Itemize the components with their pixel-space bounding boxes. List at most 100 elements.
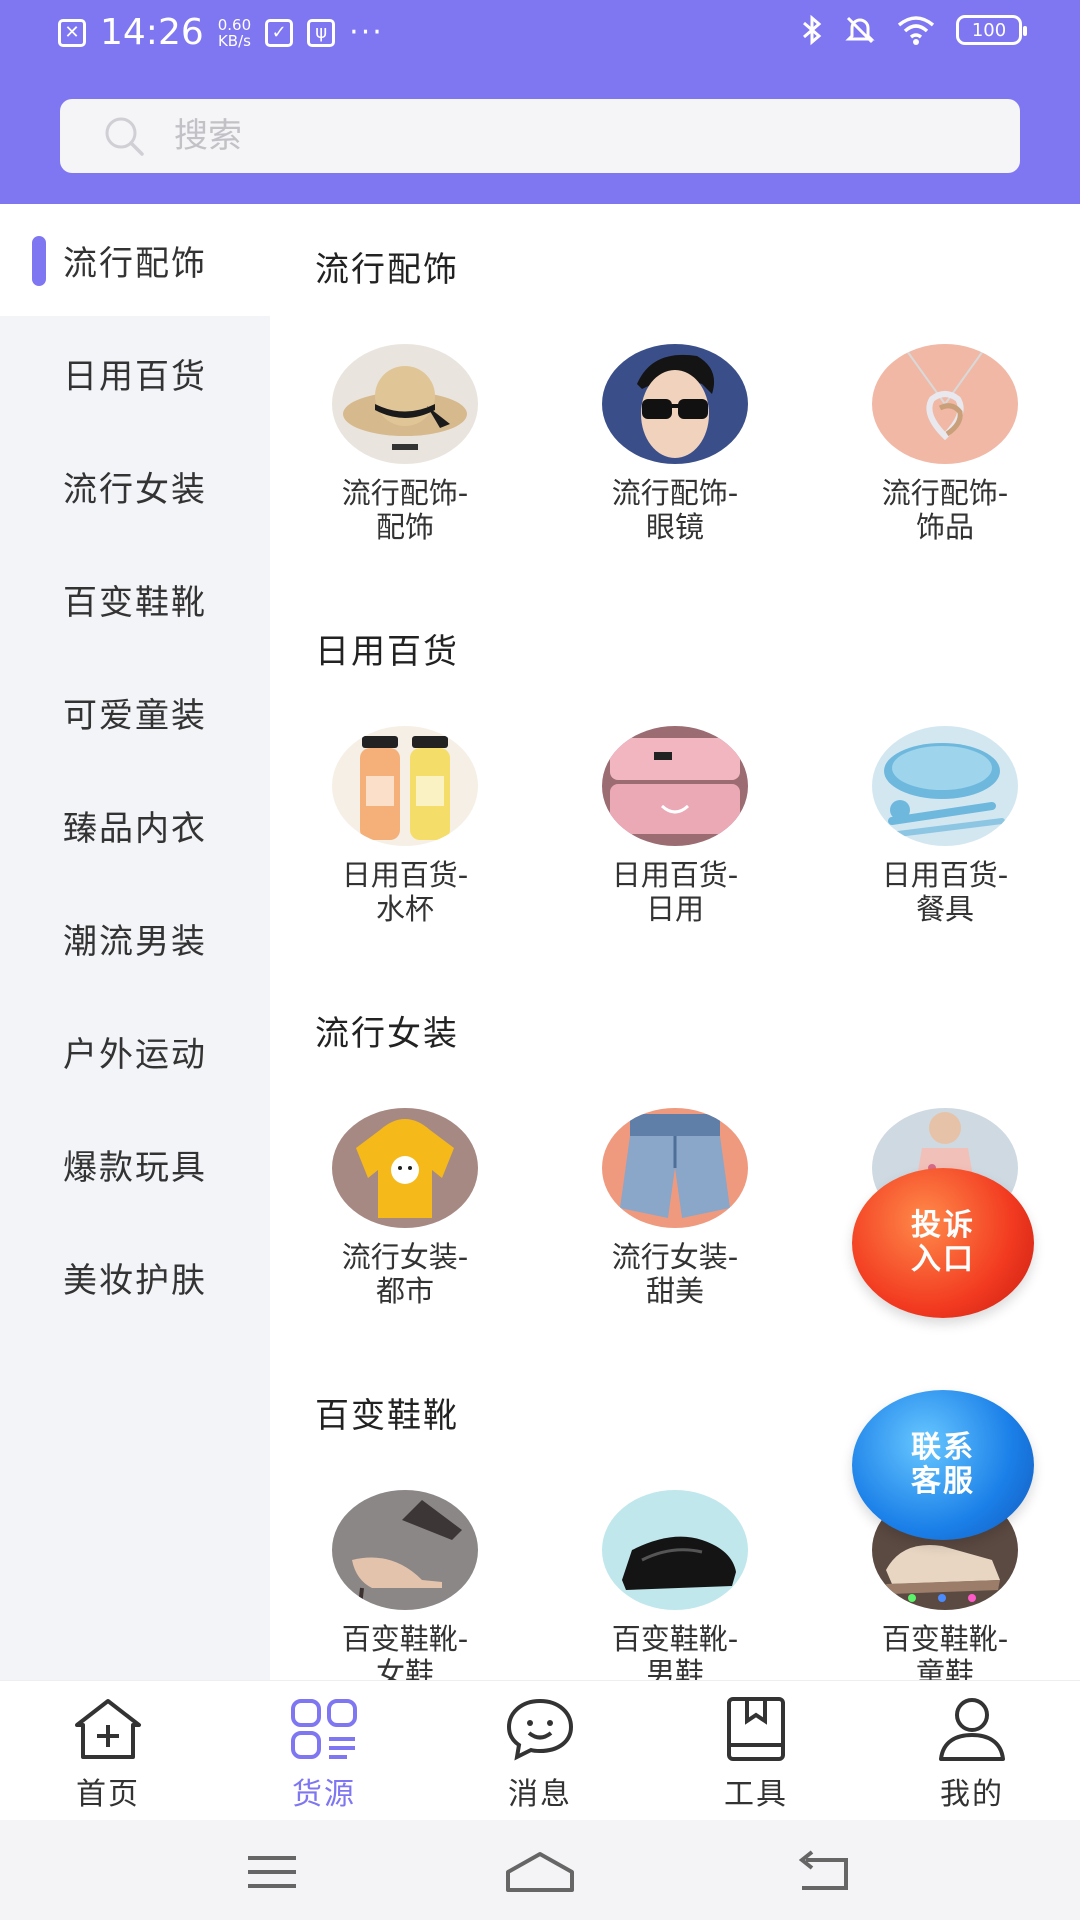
hoodie-icon: [332, 1108, 478, 1228]
task-check-icon: ✓: [265, 18, 294, 47]
status-bar: ✕ 14:26 0.60 KB/s ✓ ψ ··· 100: [0, 0, 1080, 70]
subcategory-item[interactable]: 流行配饰-配饰: [305, 344, 505, 544]
network-speed-unit: KB/s: [217, 31, 251, 50]
subcategory-label: 流行配饰-配饰: [341, 476, 469, 544]
bottom-nav: 首页 货源 消息 工具 我的: [0, 1680, 1080, 1820]
battery-icon: 100: [956, 15, 1027, 45]
subcategory-label: 百变鞋靴-童鞋: [881, 1622, 1009, 1680]
user-icon: [939, 1698, 1005, 1761]
app-header: ✕ 14:26 0.60 KB/s ✓ ψ ··· 100: [0, 0, 1080, 204]
nav-label: 工具: [724, 1777, 788, 1812]
subcategory-label: 百变鞋靴-女鞋: [341, 1622, 469, 1680]
subcategory-item[interactable]: 百变鞋靴-女鞋: [305, 1490, 505, 1680]
storage-box-icon: [602, 726, 748, 846]
subcategory-label: 流行配饰-饰品: [881, 476, 1009, 544]
sidebar-item-accessories[interactable]: 流行配饰: [0, 204, 270, 316]
wifi-icon: [897, 16, 935, 45]
bookmark-book-icon: [727, 1697, 785, 1761]
sidebar-item-underwear[interactable]: 臻品内衣: [0, 769, 270, 881]
sidebar-item-label: 爆款玩具: [63, 1147, 207, 1188]
necklace-icon: [872, 344, 1018, 464]
sidebar-item-label: 流行女装: [63, 469, 207, 510]
sidebar-item-womens-wear[interactable]: 流行女装: [0, 430, 270, 542]
straw-hat-icon: [332, 344, 478, 464]
sidebar-item-label: 可爱童装: [63, 695, 207, 736]
subcategory-item[interactable]: 流行女装-都市: [305, 1108, 505, 1308]
notification-close-icon: ✕: [58, 18, 86, 47]
active-indicator: [32, 236, 46, 286]
sidebar-item-daily-goods[interactable]: 日用百货: [0, 317, 270, 429]
sidebar-item-mens-wear[interactable]: 潮流男装: [0, 882, 270, 994]
complaint-entry-label: 投诉入口: [911, 1208, 975, 1277]
subcategory-label: 日用百货-餐具: [881, 858, 1009, 926]
sidebar-item-label: 美妆护肤: [63, 1260, 207, 1301]
section-title: 日用百货: [315, 632, 459, 672]
home-plus-icon: [75, 1699, 141, 1759]
subcategory-item[interactable]: 日用百货-餐具: [845, 726, 1045, 926]
chat-smile-icon: [506, 1698, 574, 1761]
sunglasses-icon: [602, 344, 748, 464]
status-bar-left: ✕ 14:26 0.60 KB/s ✓ ψ ···: [58, 12, 384, 53]
nav-item-source[interactable]: 货源: [254, 1695, 394, 1813]
nav-item-mine[interactable]: 我的: [902, 1695, 1042, 1813]
bluetooth-icon: [803, 14, 822, 46]
subcategory-label: 流行女装-甜美: [611, 1240, 739, 1308]
sidebar-item-label: 百变鞋靴: [63, 582, 207, 623]
system-nav-bar: [0, 1820, 1080, 1920]
sidebar-item-kids-wear[interactable]: 可爱童装: [0, 656, 270, 768]
subcategory-label: 百变鞋靴-男鞋: [611, 1622, 739, 1680]
network-speed-value: 0.60: [217, 15, 252, 34]
more-notifications-icon: ···: [349, 15, 384, 50]
sidebar-item-beauty[interactable]: 美妆护肤: [0, 1221, 270, 1333]
subcategory-item[interactable]: 流行女装-甜美: [575, 1108, 775, 1308]
sidebar-item-label: 流行配饰: [63, 243, 207, 284]
complaint-entry-button[interactable]: 投诉入口: [852, 1168, 1034, 1318]
subcategory-item[interactable]: 日用百货-水杯: [305, 726, 505, 926]
section-title: 百变鞋靴: [315, 1396, 459, 1436]
nav-item-tools[interactable]: 工具: [686, 1695, 826, 1813]
sidebar-item-toys[interactable]: 爆款玩具: [0, 1108, 270, 1220]
subcategory-label: 流行女装-都市: [341, 1240, 469, 1308]
nav-label: 首页: [76, 1777, 140, 1812]
usb-icon: ψ: [307, 18, 336, 47]
leather-shoe-icon: [602, 1490, 748, 1610]
subcategory-item[interactable]: 流行配饰-饰品: [845, 344, 1045, 544]
search-bar[interactable]: [60, 99, 1020, 173]
sidebar-item-shoes[interactable]: 百变鞋靴: [0, 543, 270, 655]
sidebar-item-outdoor[interactable]: 户外运动: [0, 995, 270, 1107]
search-input[interactable]: [174, 116, 934, 156]
sidebar-item-label: 臻品内衣: [63, 808, 207, 849]
tableware-icon: [872, 726, 1018, 846]
subcategory-label: 流行配饰-眼镜: [611, 476, 739, 544]
subcategory-item[interactable]: 百变鞋靴-男鞋: [575, 1490, 775, 1680]
water-bottle-icon: [332, 726, 478, 846]
sidebar-item-label: 户外运动: [63, 1034, 207, 1075]
mute-bell-icon: [845, 16, 875, 44]
denim-shorts-icon: [602, 1108, 748, 1228]
nav-label: 货源: [292, 1777, 356, 1812]
contact-service-button[interactable]: 联系客服: [852, 1390, 1034, 1540]
sidebar-item-label: 潮流男装: [63, 921, 207, 962]
nav-label: 消息: [508, 1777, 572, 1812]
menu-icon[interactable]: [242, 1850, 302, 1894]
nav-item-messages[interactable]: 消息: [470, 1695, 610, 1813]
back-icon[interactable]: [796, 1850, 856, 1894]
network-speed: 0.60 KB/s: [218, 17, 251, 49]
subcategory-item[interactable]: 流行配饰-眼镜: [575, 344, 775, 544]
sidebar-item-label: 日用百货: [63, 356, 207, 397]
subcategory-label: 日用百货-日用: [611, 858, 739, 926]
search-icon: [105, 117, 144, 156]
nav-item-home[interactable]: 首页: [38, 1695, 178, 1813]
heels-icon: [332, 1490, 478, 1610]
status-time: 14:26: [100, 12, 204, 53]
section-title: 流行配饰: [315, 250, 459, 290]
status-bar-right: 100: [800, 14, 1027, 46]
subcategory-label: 日用百货-水杯: [341, 858, 469, 926]
section-title: 流行女装: [315, 1014, 459, 1054]
grid-list-icon: [291, 1699, 357, 1759]
category-sidebar: 流行配饰 日用百货 流行女装 百变鞋靴 可爱童装 臻品内衣 潮流男装 户外运动 …: [0, 204, 270, 1680]
home-icon[interactable]: [504, 1850, 576, 1894]
nav-label: 我的: [940, 1777, 1004, 1812]
contact-service-label: 联系客服: [911, 1430, 975, 1499]
subcategory-item[interactable]: 日用百货-日用: [575, 726, 775, 926]
